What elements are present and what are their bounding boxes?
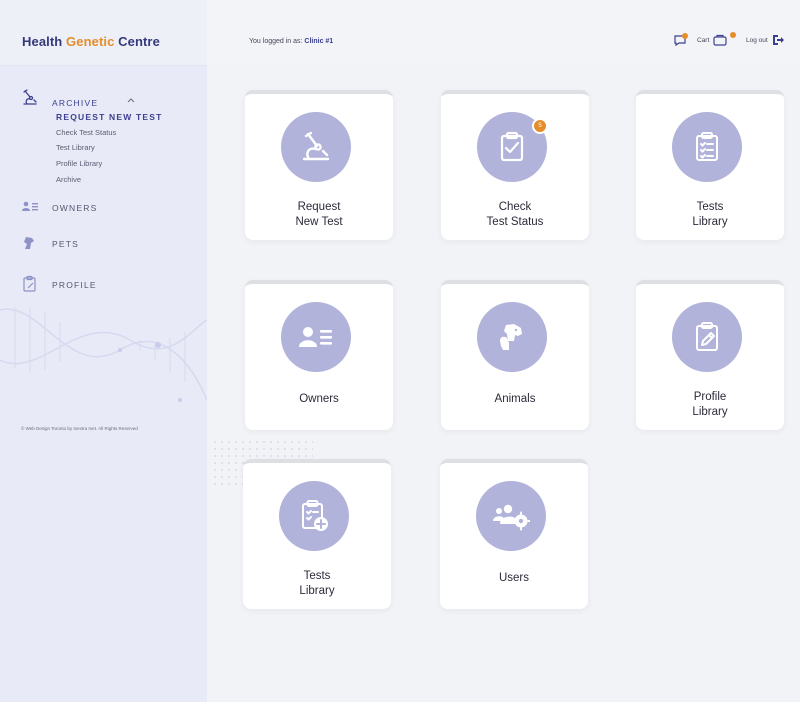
nav-pets[interactable]: PETS: [52, 239, 79, 249]
microscope-icon: [302, 131, 330, 161]
tile-icon-circle: [279, 481, 349, 551]
tile-label: Tests Library: [692, 201, 728, 228]
clipboard-check-icon: [500, 131, 524, 162]
logo-bar: Health Genetic Centre: [0, 0, 207, 66]
nav-archive[interactable]: ARCHIVE: [52, 98, 98, 108]
status-badge: 5: [532, 118, 548, 134]
tile-profile-library[interactable]: Profile Library: [636, 280, 784, 430]
tile-icon-circle: [477, 302, 547, 372]
tile-label: Animals: [494, 393, 536, 405]
cart-label: Cart: [697, 36, 710, 44]
nav-archive-sub[interactable]: Archive: [56, 175, 81, 184]
clipboard-add-icon: [302, 500, 328, 531]
nav-check-test-status[interactable]: Check Test Status: [56, 128, 116, 137]
owners-icon: [299, 327, 332, 347]
tile-users[interactable]: Users: [440, 459, 588, 609]
logo-text-3: Centre: [114, 34, 160, 49]
nav-profile[interactable]: PROFILE: [52, 280, 97, 290]
clipboard-list-icon: [696, 132, 718, 161]
tile-icon-circle: [476, 481, 546, 551]
tile-check-test-status[interactable]: 5 Check Test Status: [441, 90, 589, 240]
logout-icon: [772, 35, 784, 45]
cart-dot: [730, 32, 736, 38]
tile-label: Tests Library: [299, 570, 335, 597]
nav-request-new-test[interactable]: REQUEST NEW TEST: [56, 112, 163, 122]
tile-icon-circle: [672, 302, 742, 372]
clipboard-edit-icon: [696, 322, 718, 351]
cart-button[interactable]: Cart: [697, 32, 736, 48]
tile-request-new-test[interactable]: Request New Test: [245, 90, 393, 240]
logo-text-2: Genetic: [66, 34, 115, 49]
messages-button[interactable]: [673, 32, 688, 48]
logo-text-1: Health: [22, 34, 67, 49]
login-prefix: You logged in as:: [249, 38, 305, 45]
nav-profile-library[interactable]: Profile Library: [56, 159, 102, 168]
dna-decoration: [0, 307, 207, 402]
tile-tests-library[interactable]: Tests Library: [636, 90, 784, 240]
tile-label: Users: [498, 572, 530, 584]
tile-owners[interactable]: Owners: [245, 280, 393, 430]
users-gear-icon: [493, 504, 530, 531]
tile-label: Owners: [299, 393, 339, 405]
logo[interactable]: Health Genetic Centre: [22, 34, 160, 49]
logout-button[interactable]: Log out: [746, 32, 785, 48]
logout-label: Log out: [746, 36, 768, 44]
tile-icon-circle: [672, 112, 742, 182]
login-user[interactable]: Clinic #1: [304, 38, 333, 45]
tile-tests-library-add[interactable]: Tests Library: [243, 459, 391, 609]
copyright: © Web Design Toronto by Inextra Inet. Al…: [21, 426, 138, 431]
sidebar: Health Genetic Centre ARCHIVE REQUEST NE…: [0, 0, 207, 702]
nav-owners[interactable]: OWNERS: [52, 203, 97, 213]
login-info: You logged in as: Clinic #1: [249, 38, 333, 45]
messages-dot: [682, 33, 688, 39]
tile-icon-circle: [281, 112, 351, 182]
topbar: You logged in as: Clinic #1 Cart Log out: [207, 0, 800, 66]
animals-icon: [500, 324, 522, 350]
nav-test-library[interactable]: Test Library: [56, 143, 95, 152]
tile-animals[interactable]: Animals: [441, 280, 589, 430]
owners-icon: [22, 201, 38, 211]
microscope-icon: [23, 89, 37, 105]
pets-icon: [24, 237, 34, 249]
cart-icon: [713, 34, 727, 46]
tile-label: Check Test Status: [486, 201, 544, 228]
tile-label: Profile Library: [692, 391, 728, 418]
tile-label: Request New Test: [295, 201, 343, 228]
chevron-up-icon[interactable]: [126, 96, 136, 104]
tile-icon-circle: [281, 302, 351, 372]
